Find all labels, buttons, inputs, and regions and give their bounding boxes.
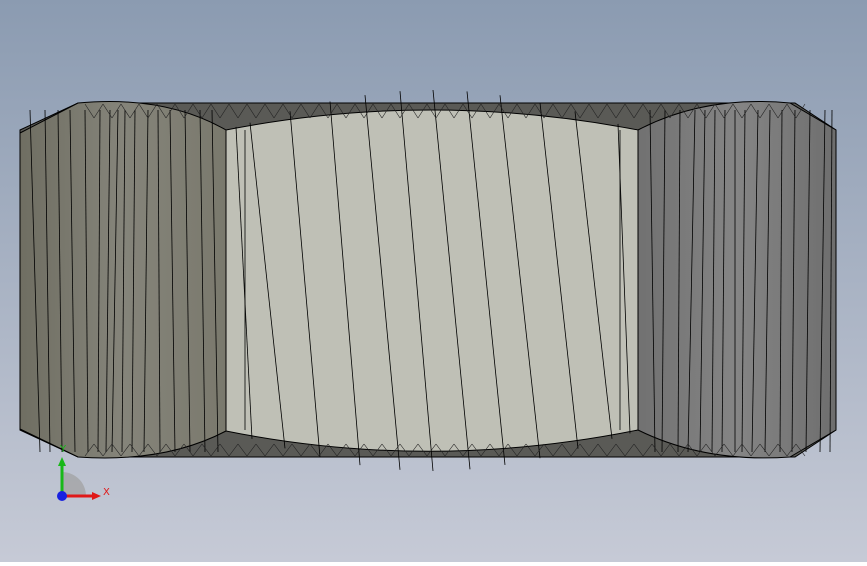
triad-arc	[62, 472, 86, 496]
left-face	[19, 101, 227, 459]
y-axis-label: Y	[60, 444, 67, 455]
model-view[interactable]	[0, 0, 867, 562]
graphics-viewport[interactable]: Y X	[0, 0, 867, 562]
y-axis-head	[58, 457, 66, 466]
hex-nut-model[interactable]	[19, 89, 837, 472]
center-face	[225, 109, 639, 452]
x-axis-head	[92, 492, 101, 500]
x-axis-label: X	[103, 487, 110, 498]
z-axis-dot	[57, 491, 67, 501]
coordinate-triad: Y X	[50, 440, 120, 510]
